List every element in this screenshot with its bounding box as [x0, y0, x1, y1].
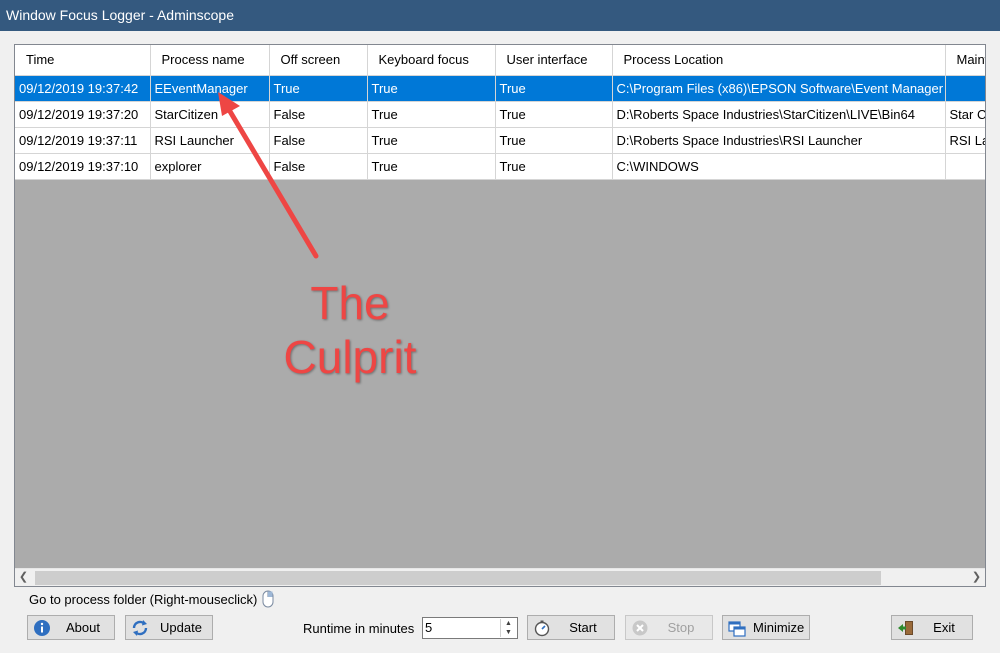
stop-icon — [630, 618, 650, 638]
annotation-line-2: Culprit — [283, 331, 417, 383]
runtime-label: Runtime in minutes — [303, 621, 415, 636]
cell-off-screen: False — [269, 153, 368, 180]
annotation-line-1: The — [310, 277, 390, 329]
cell-process-location: D:\Roberts Space Industries\StarCitizen\… — [612, 101, 946, 128]
stop-button[interactable]: Stop — [625, 615, 713, 640]
about-label: About — [66, 620, 100, 635]
process-table: Time Process name Off screen Keyboard fo… — [15, 45, 985, 180]
column-header-mainwindow[interactable]: Mainw — [945, 45, 985, 76]
about-button[interactable]: About — [27, 615, 115, 640]
exit-label: Exit — [933, 620, 955, 635]
cell-process-location: C:\WINDOWS — [612, 153, 946, 180]
mouse-icon — [262, 590, 274, 608]
update-label: Update — [160, 620, 202, 635]
refresh-icon — [130, 618, 150, 638]
cell-time: 09/12/2019 19:37:20 — [15, 101, 151, 128]
update-button[interactable]: Update — [125, 615, 213, 640]
column-header-time[interactable]: Time — [15, 45, 151, 76]
cell-time: 09/12/2019 19:37:11 — [15, 127, 151, 154]
annotation-text: The Culprit — [270, 276, 430, 384]
table-header-row: Time Process name Off screen Keyboard fo… — [15, 45, 985, 76]
cell-process-location: D:\Roberts Space Industries\RSI Launcher — [612, 127, 946, 154]
stepper-down-icon[interactable]: ▼ — [501, 628, 516, 637]
info-icon — [32, 618, 52, 638]
window-title: Window Focus Logger - Adminscope — [6, 7, 234, 23]
scroll-right-arrow-icon[interactable]: ❯ — [968, 569, 985, 586]
runtime-value[interactable]: 5 — [425, 620, 432, 635]
process-grid[interactable]: Time Process name Off screen Keyboard fo… — [14, 44, 986, 587]
cell-user-interface: True — [495, 75, 613, 102]
cell-off-screen: False — [269, 127, 368, 154]
exit-door-icon — [896, 618, 916, 638]
table-row[interactable]: 09/12/2019 19:37:10 explorer False True … — [15, 153, 985, 180]
minimize-label: Minimize — [753, 620, 805, 635]
stop-label: Stop — [667, 620, 695, 635]
process-folder-hint: Go to process folder (Right-mouseclick) — [29, 592, 258, 607]
column-header-off-screen[interactable]: Off screen — [269, 45, 368, 76]
cell-process-name: EEventManager — [150, 75, 270, 102]
cell-process-name: RSI Launcher — [150, 127, 270, 154]
column-header-keyboard-focus[interactable]: Keyboard focus — [367, 45, 496, 76]
cell-time: 09/12/2019 19:37:42 — [15, 75, 151, 102]
table-row[interactable]: 09/12/2019 19:37:20 StarCitizen False Tr… — [15, 101, 985, 128]
cell-user-interface: True — [495, 101, 613, 128]
column-header-user-interface[interactable]: User interface — [495, 45, 613, 76]
minimize-button[interactable]: Minimize — [722, 615, 810, 640]
column-header-process-location[interactable]: Process Location — [612, 45, 946, 76]
cell-off-screen: False — [269, 101, 368, 128]
cell-process-name: StarCitizen — [150, 101, 270, 128]
scroll-left-arrow-icon[interactable]: ❮ — [15, 569, 32, 586]
cell-mainwindow: Star Ci — [945, 101, 985, 128]
horizontal-scrollbar[interactable]: ❮ ❯ — [15, 568, 985, 586]
window-titlebar[interactable]: Window Focus Logger - Adminscope — [0, 0, 1000, 31]
windows-icon — [727, 618, 747, 638]
cell-process-name: explorer — [150, 153, 270, 180]
cell-user-interface: True — [495, 127, 613, 154]
cell-keyboard-focus: True — [367, 101, 496, 128]
cell-mainwindow — [945, 153, 985, 180]
cell-mainwindow — [945, 75, 985, 102]
stepper-up-icon[interactable]: ▲ — [501, 619, 516, 628]
start-button[interactable]: Start — [527, 615, 615, 640]
cell-time: 09/12/2019 19:37:10 — [15, 153, 151, 180]
scrollbar-thumb[interactable] — [35, 571, 881, 585]
cell-keyboard-focus: True — [367, 153, 496, 180]
table-row[interactable]: 09/12/2019 19:37:11 RSI Launcher False T… — [15, 127, 985, 154]
cell-mainwindow: RSI La — [945, 127, 985, 154]
stopwatch-icon — [532, 618, 552, 638]
cell-user-interface: True — [495, 153, 613, 180]
runtime-minutes-stepper[interactable]: 5 ▲ ▼ — [422, 617, 518, 639]
table-row[interactable]: 09/12/2019 19:37:42 EEventManager True T… — [15, 75, 985, 102]
cell-keyboard-focus: True — [367, 75, 496, 102]
stepper-arrows[interactable]: ▲ ▼ — [500, 619, 516, 637]
cell-off-screen: True — [269, 75, 368, 102]
start-label: Start — [569, 620, 597, 635]
exit-button[interactable]: Exit — [891, 615, 973, 640]
column-header-process-name[interactable]: Process name — [150, 45, 270, 76]
cell-keyboard-focus: True — [367, 127, 496, 154]
cell-process-location: C:\Program Files (x86)\EPSON Software\Ev… — [612, 75, 946, 102]
